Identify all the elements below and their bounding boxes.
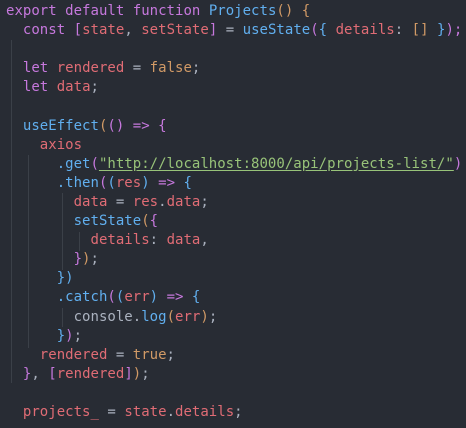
method-token: .catch [56,289,108,306]
bracket-token: () [276,3,294,19]
property-token: details [90,232,150,249]
bracket-token: { [149,213,159,230]
bracket-token: ) [141,174,150,191]
keyword-token: let [22,79,49,96]
function-name-token: useState [242,22,311,39]
method-token: .get [56,155,91,172]
bracket-token: ) [149,289,159,306]
bracket-token: ( [310,22,319,39]
code-line-9: .get("http://localhost:8000/api/projects… [6,155,463,174]
bracket-token: { [318,22,328,39]
bracket-token: { [191,289,201,306]
variable-token: axios [39,136,83,153]
variable-token: err [175,308,201,325]
property-token: data [166,193,201,210]
bracket-token: { [183,174,192,191]
code-line-17: console.log(err); [73,308,218,325]
method-token: log [141,308,167,325]
bracket-token: ] [124,365,133,382]
operator-token: => [158,289,192,306]
bracket-token: ) [200,308,209,325]
bracket-token: ( [141,213,150,230]
variable-token: setState [141,22,209,39]
object-token: console [73,308,133,325]
url-string-link[interactable]: "http://localhost:8000/api/projects-list… [99,156,454,172]
bracket-token: ( [107,174,116,191]
parameter-token: err [124,289,150,306]
bracket-token: ] [208,22,218,39]
variable-token: res [132,193,159,210]
code-line-5: let data; [22,79,99,96]
property-token: details [335,22,395,39]
bracket-token: } [73,251,83,268]
function-name-token: Projects [208,3,277,19]
code-line-14: }); [73,251,99,268]
variable-token: rendered [56,60,125,77]
parameter-token: res [115,174,142,191]
bracket-token: () [107,117,125,134]
keyword-token: function [132,3,201,19]
code-line-8: axios [6,136,462,155]
code-line-11: data = res.data; [73,193,209,210]
bracket-token: ( [107,289,116,306]
code-line-20: }, [rendered]); [22,365,150,382]
method-token: .then [56,174,99,191]
code-line-16: .catch((err) => { [6,288,462,307]
bracket-token: ) [82,251,91,268]
variable-token: state [124,403,167,420]
code-line-7: useEffect(() => { [6,117,462,136]
bracket-token: { [158,117,167,134]
code-line-19: rendered = true; [39,346,175,363]
code-line-4: let rendered = false; [22,60,201,77]
bracket-token: { [301,3,311,19]
code-line-1: export default function Projects() { [6,2,462,21]
bracket-token: ( [166,308,176,325]
function-name-token: setState [73,213,142,230]
variable-token: projects_ [22,403,99,420]
code-line-2: const [state, setState] = useState({ det… [22,22,463,39]
code-line-15: }) [6,269,462,288]
bracket-token: ) [453,155,463,172]
function-name-token: useEffect [22,117,99,134]
bracket-token: } [56,327,66,344]
bracket-token: ); [445,22,463,39]
code-line-18: }); [56,327,83,344]
operator-token: => [149,174,184,191]
literal-token: false [149,60,192,77]
bracket-token: ) [65,327,74,344]
variable-token: data [56,79,91,96]
bracket-token: [] [411,22,429,39]
keyword-token: let [22,60,49,77]
bracket-token: ( [90,155,99,172]
variable-token: rendered [39,346,108,363]
bracket-token: [ [73,22,83,39]
code-block[interactable]: export default function Projects() { con… [6,2,462,422]
variable-token: data [166,232,201,249]
keyword-token: export [6,3,57,19]
code-line-12: setState({ [6,212,462,231]
code-editor[interactable]: export default function Projects() { con… [0,0,466,428]
variable-token: data [73,193,108,210]
bracket-token: [ [48,365,57,382]
variable-token: state [82,22,125,39]
code-line-10: .then((res) => { [6,174,462,193]
keyword-token: const [22,22,66,39]
bracket-token: ) [132,365,142,382]
keyword-token: default [65,3,125,19]
code-line-13: details: data, [90,232,209,249]
operator-token: => [124,117,159,134]
bracket-token: }) [56,270,74,287]
variable-token: rendered [56,365,125,382]
property-token: details [175,403,235,420]
literal-token: true [132,346,167,363]
code-line-22: projects_ = state.details; [22,403,243,420]
